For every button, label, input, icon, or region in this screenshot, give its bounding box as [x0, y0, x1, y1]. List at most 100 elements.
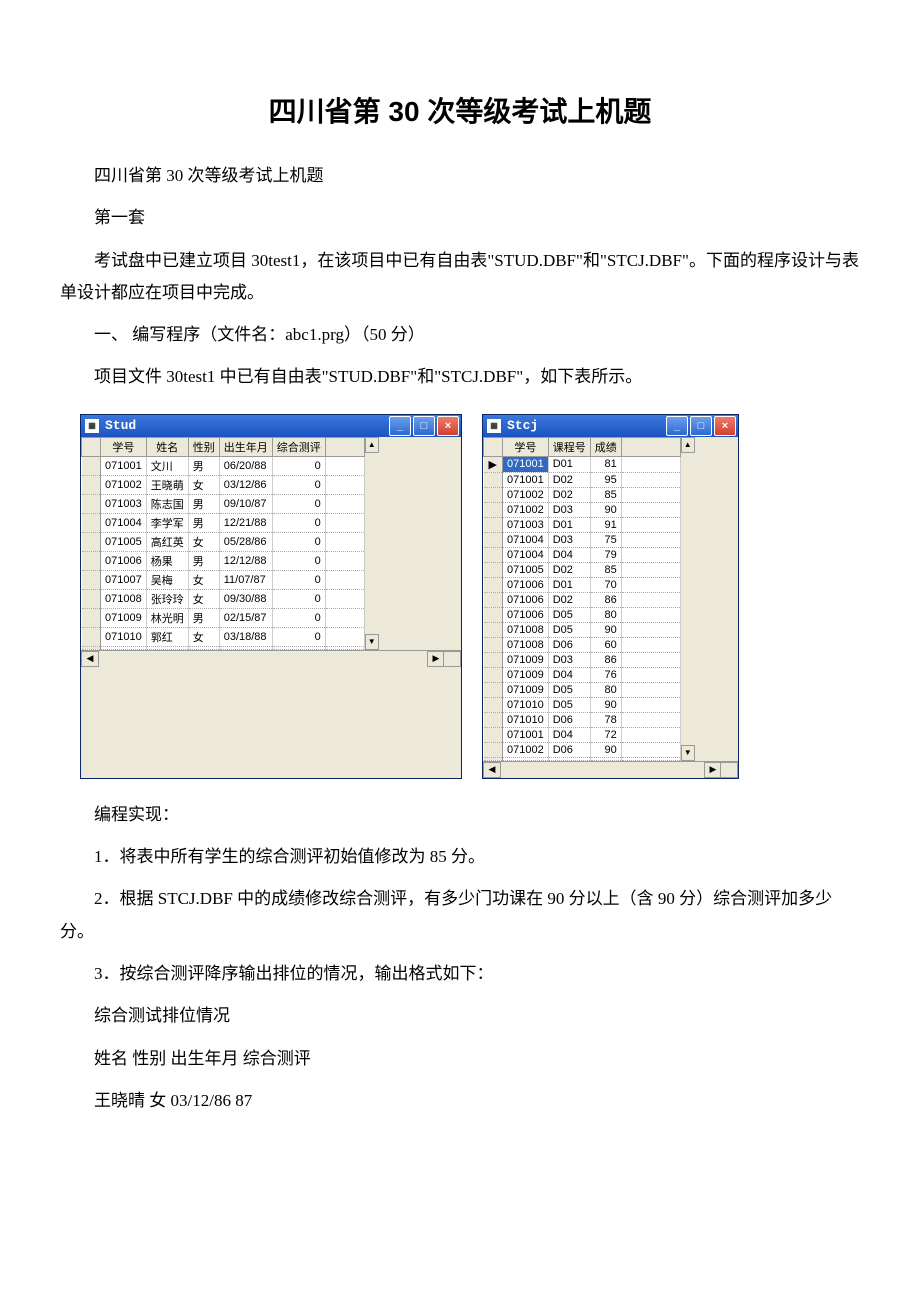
cell[interactable]: [484, 652, 503, 667]
cell[interactable]: 高红英: [146, 532, 188, 551]
column-header[interactable]: 综合测评: [272, 437, 325, 456]
table-row[interactable]: 071009D0580: [484, 682, 681, 697]
cell[interactable]: D01: [548, 456, 590, 472]
horizontal-scrollbar[interactable]: ◀ ▶: [81, 650, 461, 667]
cell[interactable]: ▶: [484, 456, 503, 472]
cell[interactable]: 90: [590, 502, 621, 517]
cell[interactable]: [484, 742, 503, 757]
cell[interactable]: 071008: [503, 637, 549, 652]
cell[interactable]: [621, 682, 680, 697]
table-row[interactable]: 071006D0580: [484, 607, 681, 622]
cell[interactable]: D03: [548, 652, 590, 667]
titlebar[interactable]: ▦ Stcj _ □ ×: [483, 415, 738, 437]
cell[interactable]: D03: [548, 532, 590, 547]
minimize-button[interactable]: _: [389, 416, 411, 436]
table-row[interactable]: 071008张玲玲女09/30/880: [82, 589, 365, 608]
cell[interactable]: [484, 532, 503, 547]
scroll-left-icon[interactable]: ◀: [81, 651, 99, 667]
column-header[interactable]: 成绩: [590, 437, 621, 456]
cell[interactable]: 81: [590, 456, 621, 472]
cell[interactable]: 80: [590, 607, 621, 622]
table-row[interactable]: 071008D0660: [484, 637, 681, 652]
cell[interactable]: D02: [548, 562, 590, 577]
cell[interactable]: [325, 513, 364, 532]
table-row[interactable]: 071002D0390: [484, 502, 681, 517]
cell[interactable]: 女: [188, 627, 219, 646]
column-header[interactable]: [484, 437, 503, 456]
cell[interactable]: [621, 622, 680, 637]
cell[interactable]: 071005: [101, 532, 147, 551]
cell[interactable]: [621, 532, 680, 547]
cell[interactable]: [484, 592, 503, 607]
cell[interactable]: [484, 472, 503, 487]
vertical-scrollbar[interactable]: ▲ ▼: [365, 437, 379, 650]
cell[interactable]: 0: [272, 589, 325, 608]
cell[interactable]: 071006: [101, 551, 147, 570]
table-row[interactable]: 071010郭红女03/18/880: [82, 627, 365, 646]
cell[interactable]: 11/07/87: [219, 570, 272, 589]
cell[interactable]: 90: [590, 742, 621, 757]
cell[interactable]: [484, 712, 503, 727]
cell[interactable]: [621, 742, 680, 757]
cell[interactable]: D02: [548, 472, 590, 487]
cell[interactable]: [621, 652, 680, 667]
column-header[interactable]: 学号: [503, 437, 549, 456]
table-row[interactable]: 071006杨果男12/12/880: [82, 551, 365, 570]
table-row[interactable]: 071009林光明男02/15/870: [82, 608, 365, 627]
cell[interactable]: D02: [548, 487, 590, 502]
cell[interactable]: 0: [272, 475, 325, 494]
cell[interactable]: [82, 456, 101, 475]
cell[interactable]: 78: [590, 712, 621, 727]
cell[interactable]: 071007: [101, 570, 147, 589]
cell[interactable]: [621, 577, 680, 592]
cell[interactable]: [621, 547, 680, 562]
cell[interactable]: 75: [590, 532, 621, 547]
scroll-up-icon[interactable]: ▲: [365, 437, 379, 453]
cell[interactable]: 071009: [503, 652, 549, 667]
cell[interactable]: 女: [188, 589, 219, 608]
table-row[interactable]: 071001D0295: [484, 472, 681, 487]
cell[interactable]: 071002: [503, 502, 549, 517]
table-row[interactable]: 071005D0285: [484, 562, 681, 577]
table-row[interactable]: 071009D0476: [484, 667, 681, 682]
cell[interactable]: D05: [548, 682, 590, 697]
cell[interactable]: D02: [548, 592, 590, 607]
cell[interactable]: 071001: [503, 456, 549, 472]
cell[interactable]: 91: [590, 517, 621, 532]
cell[interactable]: [325, 608, 364, 627]
cell[interactable]: 0: [272, 532, 325, 551]
scroll-down-icon[interactable]: ▼: [681, 745, 695, 761]
cell[interactable]: [621, 456, 680, 472]
cell[interactable]: 男: [188, 513, 219, 532]
cell[interactable]: 071002: [503, 487, 549, 502]
table-row[interactable]: 071005高红英女05/28/860: [82, 532, 365, 551]
minimize-button[interactable]: _: [666, 416, 688, 436]
cell[interactable]: 男: [188, 494, 219, 513]
cell[interactable]: 05/28/86: [219, 532, 272, 551]
table-row[interactable]: 071006D0286: [484, 592, 681, 607]
column-header[interactable]: [325, 437, 364, 456]
cell[interactable]: 071009: [503, 682, 549, 697]
table-row[interactable]: 071001文川男06/20/880: [82, 456, 365, 475]
cell[interactable]: [621, 697, 680, 712]
cell[interactable]: [82, 608, 101, 627]
cell[interactable]: 张玲玲: [146, 589, 188, 608]
cell[interactable]: 86: [590, 592, 621, 607]
cell[interactable]: 60: [590, 637, 621, 652]
cell[interactable]: 女: [188, 532, 219, 551]
cell[interactable]: 071001: [101, 456, 147, 475]
cell[interactable]: [621, 562, 680, 577]
cell[interactable]: 071001: [503, 727, 549, 742]
cell[interactable]: [484, 517, 503, 532]
table-row[interactable]: 071002D0690: [484, 742, 681, 757]
cell[interactable]: 李学军: [146, 513, 188, 532]
cell[interactable]: [621, 607, 680, 622]
cell[interactable]: D04: [548, 727, 590, 742]
titlebar[interactable]: ▦ Stud _ □ ×: [81, 415, 461, 437]
cell[interactable]: [484, 727, 503, 742]
table-row[interactable]: 071004D0375: [484, 532, 681, 547]
cell[interactable]: D01: [548, 577, 590, 592]
cell[interactable]: [621, 502, 680, 517]
cell[interactable]: [621, 472, 680, 487]
table-row[interactable]: 071008D0590: [484, 622, 681, 637]
